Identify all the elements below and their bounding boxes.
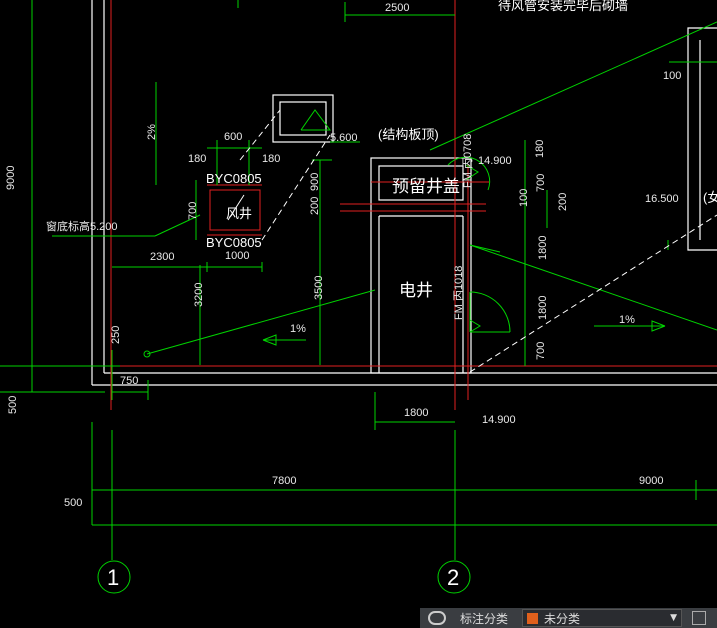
chevron-down-icon: ▼ [670,613,678,623]
struct-roof: (结构板顶) [378,127,439,142]
dim-7800: 7800 [272,475,296,487]
electric-well: 电井 [399,281,433,300]
grid-bubble-2: 2 [447,565,459,590]
reserved-well: 预留井盖 [392,177,460,196]
dim-3500: 3500 [313,276,325,300]
dim-100: 100 [518,189,530,207]
dim-600: 600 [224,131,242,143]
dim-100-right: 100 [663,70,681,82]
dim-2300: 2300 [150,251,174,263]
right-paren: (女 [703,190,717,205]
dim-1800a: 1800 [537,236,549,260]
color-swatch [527,612,539,624]
elev-5600: 5.600 [330,132,358,144]
category-dropdown[interactable]: 未分类 ▼ [522,609,683,627]
byc-bottom: BYC0805 [206,235,262,250]
slope-1pct-a: 1% [290,323,306,335]
dim-180b: 180 [262,153,280,165]
dim-1800-h: 1800 [404,407,428,419]
status-label: 标注分类 [460,611,509,626]
dim-180a: 180 [188,153,206,165]
dropdown-value: 未分类 [544,611,581,626]
cad-drawing-canvas: 2500 待风管安装完毕后砌墙 2% 9000 500 600 180 180 … [0,0,717,594]
dim-500-bottom: 500 [64,497,82,509]
dim-700-v: 700 [187,202,199,220]
elev-16500: 16.500 [645,193,679,205]
dim-700b: 700 [535,174,547,192]
dim-200: 200 [309,197,321,215]
dim-250: 250 [110,326,122,344]
door-fm-top: FM 丙0708 [462,134,474,188]
dim-500-left: 500 [7,396,19,414]
window-sill: 窗底标高5.200 [46,219,118,233]
dim-900: 900 [309,173,321,191]
dim-180c: 180 [534,140,546,158]
door-fm-mid: FM 丙1018 [453,266,465,320]
status-bar: 标注分类 未分类 ▼ [420,608,717,628]
axis-lines [0,0,717,410]
byc-top: BYC0805 [206,171,262,186]
dim-700c: 700 [535,342,547,360]
dim-750: 750 [120,375,138,387]
top-note: 待风管安装完毕后砌墙 [498,0,628,13]
fan-well-label: 风井 [226,206,252,221]
elev-14900b: 14.900 [482,414,516,426]
dimension-lines [0,0,717,594]
dim-3200: 3200 [193,283,205,307]
dim-9000-bottom: 9000 [639,475,663,487]
dim-9000-left: 9000 [5,166,17,190]
dim-1800b: 1800 [537,296,549,320]
grid-bubble-1: 1 [107,565,119,590]
elev-14900a: 14.900 [478,155,512,167]
slope-2pct: 2% [146,124,158,140]
slope-1pct-b: 1% [619,314,635,326]
dim-200b: 200 [557,193,569,211]
dim-2500: 2500 [385,2,409,14]
dim-1000: 1000 [225,250,249,262]
link-icon[interactable] [428,611,446,625]
dashed-lines [239,109,717,373]
edit-tool-icon[interactable] [692,611,707,625]
